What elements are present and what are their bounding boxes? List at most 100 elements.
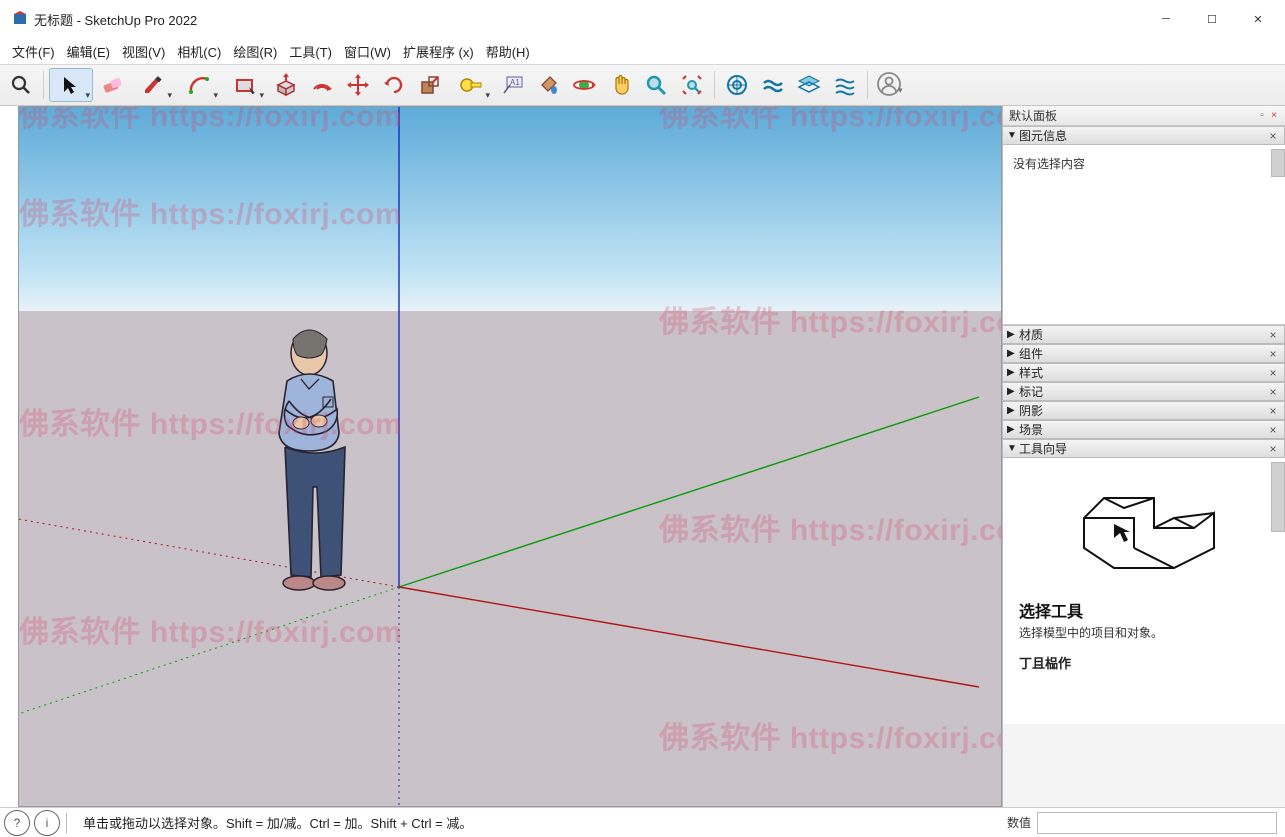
search-icon[interactable] [4, 68, 38, 102]
tray-title[interactable]: 默认面板 ▫ × [1003, 106, 1285, 126]
pushpull-tool[interactable] [269, 68, 303, 102]
scrollbar-thumb[interactable] [1271, 462, 1285, 532]
statusbar: ? i 单击或拖动以选择对象。Shift = 加/减。Ctrl = 加。Shif… [0, 807, 1285, 837]
pencil-tool[interactable] [131, 68, 175, 102]
value-label: 数值 [1007, 814, 1031, 831]
panel-close-icon[interactable]: × [1266, 347, 1280, 361]
warehouse-tool[interactable] [720, 68, 754, 102]
chevron-down-icon: ▼ [1007, 130, 1019, 141]
scale-figure [249, 325, 379, 605]
menu-file[interactable]: 文件(F) [6, 39, 61, 64]
layers-tool[interactable] [792, 68, 826, 102]
status-hint: 单击或拖动以选择对象。Shift = 加/减。Ctrl = 加。Shift + … [83, 813, 472, 832]
workspace: 佛系软件 https://foxirj.com 佛系软件 https://fox… [0, 106, 1285, 807]
instructor-tool-title: 选择工具 [1003, 588, 1285, 624]
extension-warehouse-tool[interactable] [756, 68, 790, 102]
move-tool[interactable] [341, 68, 375, 102]
paint-bucket-tool[interactable] [531, 68, 565, 102]
menubar: 文件(F) 编辑(E) 视图(V) 相机(C) 绘图(R) 工具(T) 窗口(W… [0, 38, 1285, 64]
menu-draw[interactable]: 绘图(R) [227, 39, 283, 64]
zoom-extents-tool[interactable] [675, 68, 709, 102]
close-button[interactable]: ✕ [1235, 3, 1281, 35]
menu-view[interactable]: 视图(V) [116, 39, 171, 64]
chevron-right-icon: ▶ [1007, 405, 1019, 416]
chevron-right-icon: ▶ [1007, 348, 1019, 359]
eraser-tool[interactable] [95, 68, 129, 102]
chevron-right-icon: ▶ [1007, 329, 1019, 340]
instructor-tool-op: 丁且榀作 [1003, 649, 1285, 676]
instructor-tool-desc: 选择模型中的项目和对象。 [1003, 624, 1285, 649]
panel-body-instructor: 选择工具 选择模型中的项目和对象。 丁且榀作 [1003, 458, 1285, 724]
panel-head-tags[interactable]: ▶标记 × [1003, 382, 1285, 401]
panel-close-icon[interactable]: × [1266, 366, 1280, 380]
entity-info-empty: 没有选择内容 [1013, 157, 1085, 171]
pan-tool[interactable] [603, 68, 637, 102]
panel-head-styles[interactable]: ▶样式 × [1003, 363, 1285, 382]
default-tray: 默认面板 ▫ × ▼ 图元信息 × 没有选择内容 ▶材质× ▶组件× ▶样式× … [1002, 106, 1285, 807]
info-icon[interactable]: i [34, 810, 60, 836]
chevron-right-icon: ▶ [1007, 367, 1019, 378]
tray-close-icon[interactable]: × [1269, 111, 1279, 121]
signin-tool[interactable]: ▾ [873, 68, 907, 102]
minimize-button[interactable]: ─ [1143, 3, 1189, 35]
panel-label: 材质 [1019, 326, 1043, 343]
panel-head-entity-info[interactable]: ▼ 图元信息 × [1003, 126, 1285, 145]
value-input[interactable] [1037, 812, 1277, 834]
panel-close-icon[interactable]: × [1266, 423, 1280, 437]
viewport-3d[interactable]: 佛系软件 https://foxirj.com 佛系软件 https://fox… [18, 106, 1002, 807]
select-tool[interactable] [49, 68, 93, 102]
panel-body-entity-info: 没有选择内容 [1003, 145, 1285, 325]
panel-entity-info: ▼ 图元信息 × 没有选择内容 [1003, 126, 1285, 325]
tray-title-label: 默认面板 [1009, 107, 1057, 124]
zoom-tool[interactable] [639, 68, 673, 102]
chevron-down-icon: ▼ [1007, 443, 1019, 454]
window-title: 无标题 - SketchUp Pro 2022 [34, 10, 197, 29]
maximize-button[interactable]: ☐ [1189, 3, 1235, 35]
panel-close-icon[interactable]: × [1266, 442, 1280, 456]
text-tool[interactable]: A1 [495, 68, 529, 102]
panel-close-icon[interactable]: × [1266, 404, 1280, 418]
panel-label: 标记 [1019, 383, 1043, 400]
menu-edit[interactable]: 编辑(E) [61, 39, 116, 64]
svg-text:A1: A1 [510, 78, 520, 87]
chevron-right-icon: ▶ [1007, 424, 1019, 435]
chevron-right-icon: ▶ [1007, 386, 1019, 397]
menu-window[interactable]: 窗口(W) [338, 39, 397, 64]
panel-label: 场景 [1019, 421, 1043, 438]
arc-tool[interactable] [177, 68, 221, 102]
geo-location-icon[interactable]: ? [4, 810, 30, 836]
panel-head-shadows[interactable]: ▶阴影 × [1003, 401, 1285, 420]
panel-head-materials[interactable]: ▶材质 × [1003, 325, 1285, 344]
panel-head-scenes[interactable]: ▶场景 × [1003, 420, 1285, 439]
tape-measure-tool[interactable] [449, 68, 493, 102]
panel-label: 样式 [1019, 364, 1043, 381]
panel-head-instructor[interactable]: ▼ 工具向导 × [1003, 439, 1285, 458]
orbit-tool[interactable] [567, 68, 601, 102]
panel-label: 图元信息 [1019, 127, 1067, 144]
pin-icon[interactable]: ▫ [1257, 111, 1267, 121]
panel-label: 工具向导 [1019, 440, 1067, 457]
svg-text:▾: ▾ [898, 85, 903, 95]
offset-tool[interactable] [305, 68, 339, 102]
scrollbar-thumb[interactable] [1271, 149, 1285, 177]
toolbar: A1 ▾ [0, 64, 1285, 106]
panel-label: 组件 [1019, 345, 1043, 362]
rotate-tool[interactable] [377, 68, 411, 102]
titlebar: 无标题 - SketchUp Pro 2022 ─ ☐ ✕ [0, 0, 1285, 38]
panel-label: 阴影 [1019, 402, 1043, 419]
menu-help[interactable]: 帮助(H) [480, 39, 536, 64]
menu-ext[interactable]: 扩展程序 (x) [397, 39, 480, 64]
app-icon [12, 11, 28, 27]
menu-tools[interactable]: 工具(T) [283, 39, 338, 64]
panel-close-icon[interactable]: × [1266, 129, 1280, 143]
scale-tool[interactable] [413, 68, 447, 102]
panel-instructor: ▼ 工具向导 × 选择工具 选择模型中的项目和对象。 丁且榀作 [1003, 439, 1285, 724]
rectangle-tool[interactable] [223, 68, 267, 102]
panel-head-components[interactable]: ▶组件 × [1003, 344, 1285, 363]
viewport-axes [19, 107, 1001, 806]
window-controls: ─ ☐ ✕ [1143, 3, 1281, 35]
panel-close-icon[interactable]: × [1266, 328, 1280, 342]
outliner-tool[interactable] [828, 68, 862, 102]
menu-camera[interactable]: 相机(C) [171, 39, 227, 64]
panel-close-icon[interactable]: × [1266, 385, 1280, 399]
